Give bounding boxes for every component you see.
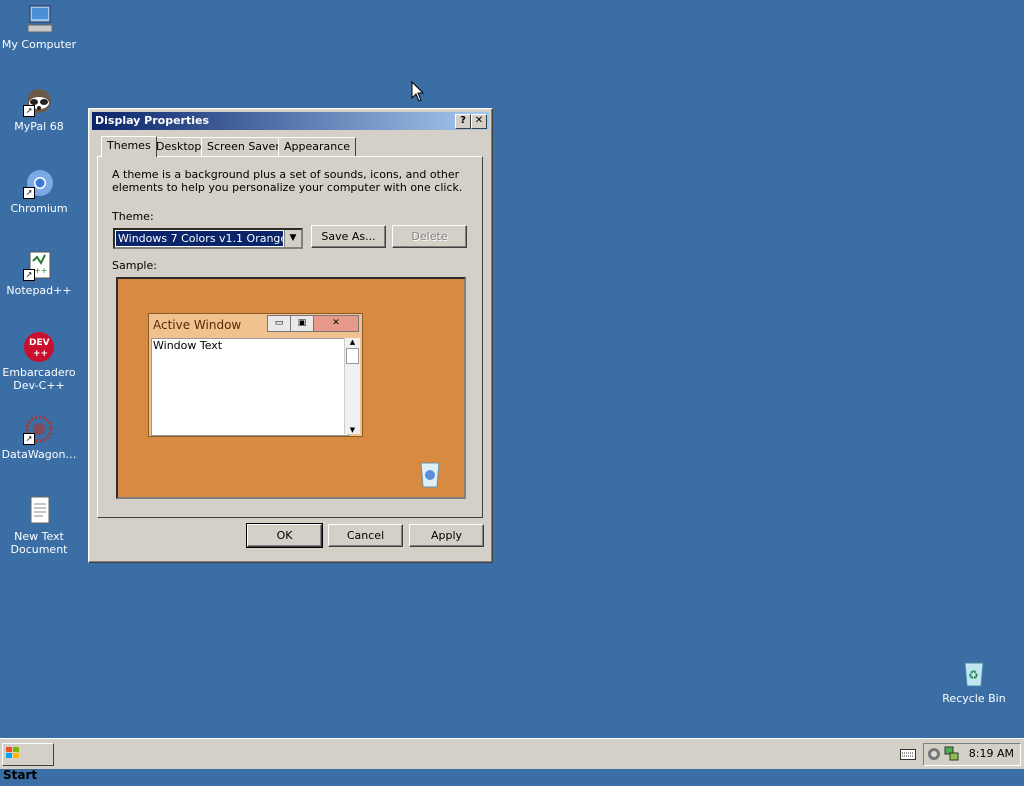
taskbar: Start 8:19 AM (0, 738, 1024, 782)
sample-active-window: Active Window ▭ ▣ ✕ Window Text ▲ ▼ (148, 313, 363, 437)
delete-button[interactable]: Delete (392, 225, 467, 248)
tab-appearance[interactable]: Appearance (278, 137, 357, 156)
sample-window-text: Window Text (151, 338, 349, 436)
start-button[interactable]: Start (2, 743, 54, 782)
chromium-icon: ↗ (23, 167, 55, 199)
close-button[interactable]: ✕ (471, 114, 487, 129)
help-button[interactable]: ? (455, 114, 471, 129)
display-properties-dialog: Display Properties ? ✕ Themes Desktop Sc… (88, 108, 493, 563)
recycle-bin-icon: ♻ (958, 657, 990, 689)
tab-desktop[interactable]: Desktop (150, 137, 208, 156)
svg-text:DEV: DEV (29, 338, 50, 348)
svg-text:++: ++ (33, 349, 48, 359)
desktop-icon-label: Chromium (10, 202, 68, 215)
sample-window-title: Active Window (153, 318, 242, 332)
keyboard-icon[interactable] (900, 747, 916, 763)
system-tray: 8:19 AM (923, 743, 1021, 766)
minimize-icon: ▭ (267, 315, 291, 332)
desktop-icon-label: Notepad++ (6, 284, 72, 297)
mouse-cursor-icon (411, 81, 425, 102)
sample-label: Sample: (112, 259, 157, 272)
tab-themes[interactable]: Themes (101, 136, 157, 157)
notepadpp-icon: ++ ↗ (23, 249, 55, 281)
computer-icon (23, 3, 55, 35)
sample-recycle-bin-icon (420, 462, 440, 488)
theme-sample-preview: Active Window ▭ ▣ ✕ Window Text ▲ ▼ (116, 277, 466, 499)
desktop-icon-label: DataWagon… (1, 448, 77, 461)
shortcut-arrow-icon: ↗ (23, 433, 35, 445)
desktop-icon-mypal[interactable]: ↗ MyPal 68 (0, 85, 78, 133)
dialog-titlebar[interactable]: Display Properties ? ✕ (92, 112, 489, 130)
ok-button[interactable]: OK (246, 523, 323, 548)
chevron-down-icon[interactable]: ▼ (284, 230, 301, 247)
desktop-icon-label: New Text Document (10, 530, 68, 556)
cancel-button[interactable]: Cancel (328, 524, 403, 547)
shortcut-arrow-icon: ↗ (23, 187, 35, 199)
save-as-button[interactable]: Save As... (311, 225, 386, 248)
desktop-icon-label: MyPal 68 (14, 120, 64, 133)
network-icon[interactable] (944, 746, 959, 764)
maximize-icon: ▣ (290, 315, 314, 332)
tray-app-icon[interactable] (927, 746, 941, 764)
theme-select[interactable]: Windows 7 Colors v1.1 Orange ▼ (113, 228, 303, 249)
desktop-icon-my-computer[interactable]: My Computer (0, 3, 78, 51)
desktop-icon-devcpp[interactable]: DEV ++ Embarcadero Dev-C++ (0, 331, 78, 392)
clock[interactable]: 8:19 AM (969, 747, 1014, 760)
close-icon: ✕ (313, 315, 359, 332)
datawagon-icon: ↗ (23, 413, 55, 445)
sample-scrollbar: ▲ ▼ (344, 338, 360, 434)
desktop-icon-label: Recycle Bin (942, 692, 1006, 705)
shortcut-arrow-icon: ↗ (23, 105, 35, 117)
devcpp-icon: DEV ++ (23, 331, 55, 363)
desktop-icon-label: Embarcadero Dev-C++ (2, 366, 76, 392)
dialog-title: Display Properties (95, 114, 210, 127)
desktop-icon-recycle-bin[interactable]: ♻ Recycle Bin (935, 657, 1013, 705)
svg-text:++: ++ (34, 266, 47, 275)
desktop-icon-notepadpp[interactable]: ++ ↗ Notepad++ (0, 249, 78, 297)
windows-logo-icon (6, 745, 20, 758)
desktop-icon-label: My Computer (1, 38, 77, 51)
theme-select-value: Windows 7 Colors v1.1 Orange (116, 231, 283, 246)
theme-label: Theme: (112, 210, 154, 223)
shortcut-arrow-icon: ↗ (23, 269, 35, 281)
desktop-icon-new-text-document[interactable]: New Text Document (0, 495, 78, 556)
text-document-icon (23, 495, 55, 527)
svg-text:♻: ♻ (968, 668, 979, 682)
tab-screen-saver[interactable]: Screen Saver (201, 137, 286, 156)
desktop-icon-chromium[interactable]: ↗ Chromium (0, 167, 78, 215)
start-label: Start (3, 768, 38, 782)
apply-button[interactable]: Apply (409, 524, 484, 547)
theme-description: A theme is a background plus a set of so… (112, 168, 463, 194)
raccoon-icon: ↗ (23, 85, 55, 117)
desktop-icon-datawagon[interactable]: ↗ DataWagon… (0, 413, 78, 461)
